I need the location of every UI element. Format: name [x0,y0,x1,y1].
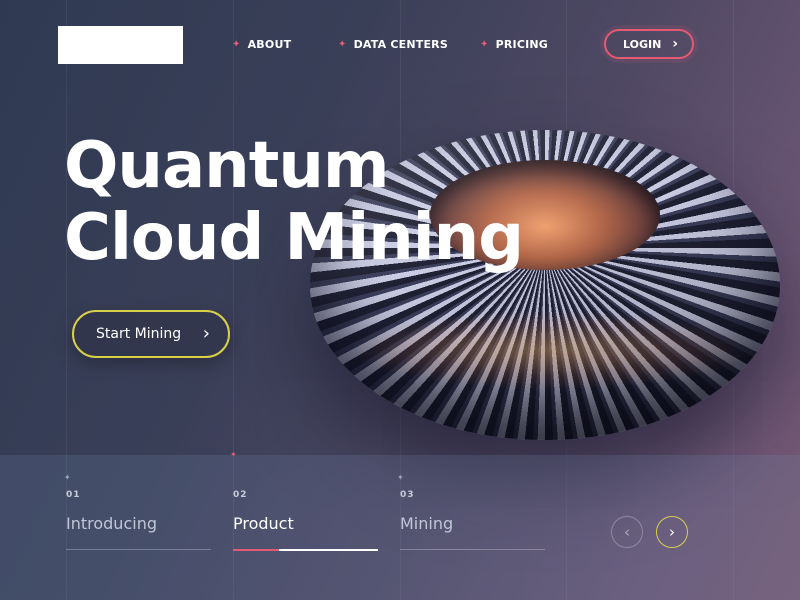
chevron-right-icon: › [202,323,210,344]
prev-slide-button[interactable]: ‹ [611,516,643,548]
step-progress-fill [233,549,280,551]
nav-item-label: DATA CENTERS [353,38,448,51]
step-progress-line [400,549,545,550]
next-slide-button[interactable]: › [656,516,688,548]
bullet-icon: ✦ [338,39,347,50]
plus-marker-icon: ✦ [397,473,404,482]
step-progress-line [66,549,211,550]
nav-item-label: PRICING [495,38,549,51]
title-line-2: Cloud Mining [64,201,524,275]
start-mining-button[interactable]: Start Mining › [72,310,230,358]
step-label: Product [233,514,294,533]
plus-marker-icon: ✦ [230,450,237,459]
step-number: 03 [400,490,415,500]
bullet-icon: ✦ [232,39,241,50]
chevron-right-icon: › [672,36,678,52]
nav-item-label: ABOUT [247,38,292,51]
step-label: Mining [400,514,454,533]
step-number: 01 [66,490,81,500]
chevron-right-icon: › [669,523,675,541]
title-line-1: Quantum [64,129,390,203]
step-label: Introducing [66,514,157,533]
plus-marker-icon: ✦ [64,473,71,482]
nav-item-pricing[interactable]: ✦ PRICING [480,38,548,51]
login-button[interactable]: LOGIN › [604,29,694,59]
step-mining[interactable]: 03 Mining [400,490,545,550]
step-introducing[interactable]: 01 Introducing [66,490,211,550]
chevron-left-icon: ‹ [624,523,630,541]
step-progress-line [233,549,378,551]
login-label: LOGIN [623,37,662,51]
step-product[interactable]: 02 Product [233,490,378,551]
start-mining-label: Start Mining [96,326,182,342]
logo[interactable] [58,26,183,64]
step-number: 02 [233,490,248,500]
bullet-icon: ✦ [480,39,489,50]
nav-item-data-centers[interactable]: ✦ DATA CENTERS [338,38,448,51]
page-title: Quantum Cloud Mining [64,129,524,275]
nav-item-about[interactable]: ✦ ABOUT [232,38,291,51]
